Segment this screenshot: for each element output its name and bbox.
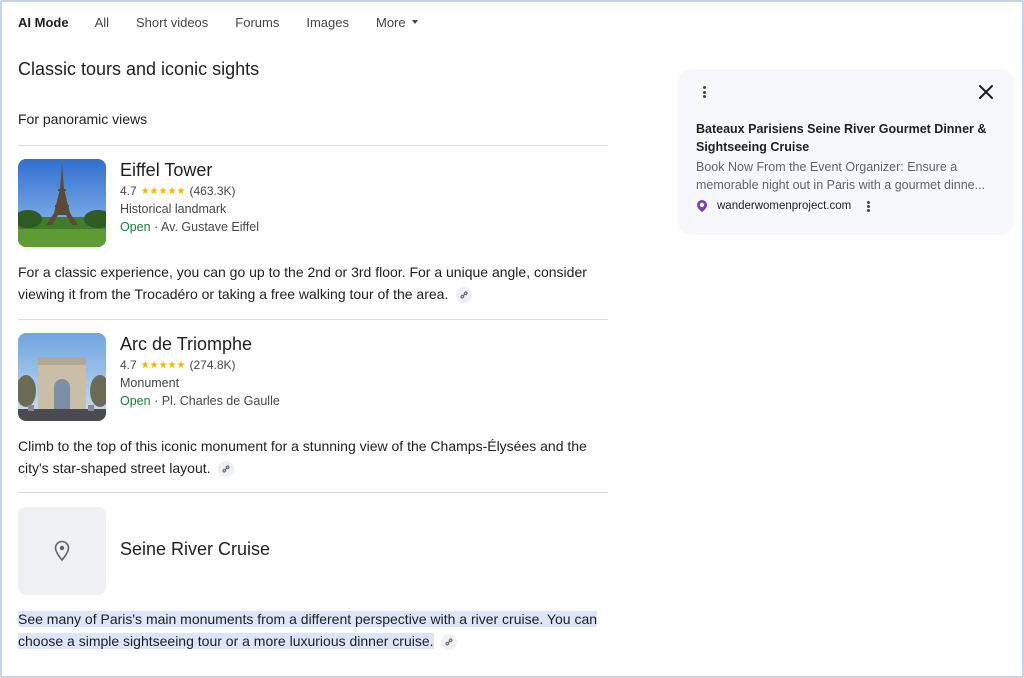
star-rating-icon: ★★★★★ <box>140 186 186 197</box>
place-card-eiffel-tower[interactable]: Eiffel Tower 4.7 ★★★★★ (463.3K) Historic… <box>18 159 608 247</box>
rating-value: 4.7 <box>120 358 137 372</box>
place-category: Historical landmark <box>120 202 227 216</box>
source-snippet: Book Now From the Event Organizer: Ensur… <box>696 160 986 192</box>
tab-forums[interactable]: Forums <box>235 15 279 30</box>
tab-all[interactable]: All <box>95 15 109 30</box>
status-line: Open · Av. Gustave Eiffel <box>120 220 259 235</box>
place-description: For a classic experience, you can go up … <box>18 261 608 305</box>
source-link-icon[interactable] <box>441 634 458 651</box>
tab-short-videos[interactable]: Short videos <box>136 15 208 30</box>
description-text: For a classic experience, you can go up … <box>18 264 587 302</box>
divider <box>18 319 608 320</box>
eiffel-tower-photo[interactable] <box>18 159 106 247</box>
source-site-row[interactable]: wanderwomenproject.com <box>696 199 873 213</box>
source-link-icon[interactable] <box>218 461 235 478</box>
caret-down-icon <box>411 20 418 24</box>
tab-more[interactable]: More <box>376 15 418 30</box>
place-description: See many of Paris's main monuments from … <box>18 608 608 652</box>
place-thumbnail-placeholder[interactable] <box>18 507 106 595</box>
review-count[interactable]: (274.8K) <box>190 358 236 373</box>
site-favicon-icon <box>697 200 707 212</box>
place-address: · Av. Gustave Eiffel <box>150 220 259 234</box>
close-icon[interactable] <box>976 82 996 102</box>
place-card-arc-de-triomphe[interactable]: Arc de Triomphe 4.7 ★★★★★ (274.8K) Monum… <box>18 333 608 421</box>
divider <box>18 145 608 146</box>
place-card-seine-river-cruise[interactable]: Seine River Cruise <box>18 507 608 595</box>
tab-ai-mode[interactable]: AI Mode <box>18 15 69 30</box>
open-status: Open <box>120 220 151 234</box>
place-name[interactable]: Eiffel Tower <box>120 159 259 181</box>
place-info: Seine River Cruise <box>120 538 270 560</box>
section-heading: Classic tours and iconic sights <box>18 59 260 79</box>
place-info: Arc de Triomphe 4.7 ★★★★★ (274.8K) Monum… <box>120 333 280 409</box>
more-options-icon[interactable] <box>699 86 709 98</box>
divider <box>18 492 608 493</box>
map-pin-icon <box>54 540 70 562</box>
place-info: Eiffel Tower 4.7 ★★★★★ (463.3K) Historic… <box>120 159 259 235</box>
source-link-icon[interactable] <box>456 287 473 304</box>
place-name[interactable]: Seine River Cruise <box>120 538 270 560</box>
star-rating-icon: ★★★★★ <box>140 360 186 371</box>
highlighted-description-text: See many of Paris's main monuments from … <box>18 611 598 649</box>
place-description: Climb to the top of this iconic monument… <box>18 435 608 479</box>
source-domain[interactable]: wanderwomenproject.com <box>717 200 851 212</box>
source-preview-card[interactable]: Bateaux Parisiens Seine River Gourmet Di… <box>678 69 1014 235</box>
rating-value: 4.7 <box>120 184 137 198</box>
open-status: Open <box>120 394 151 408</box>
arc-de-triomphe-photo[interactable] <box>18 333 106 421</box>
description-text: Climb to the top of this iconic monument… <box>18 438 587 476</box>
tab-images[interactable]: Images <box>306 15 349 30</box>
place-address: · Pl. Charles de Gaulle <box>150 394 280 408</box>
section-subheading: For panoramic views <box>18 111 148 127</box>
review-count[interactable]: (463.3K) <box>190 184 236 199</box>
tab-more-label: More <box>375 14 406 30</box>
place-category: Monument <box>120 376 180 390</box>
place-name[interactable]: Arc de Triomphe <box>120 333 280 355</box>
more-options-icon[interactable] <box>863 200 873 212</box>
source-title[interactable]: Bateaux Parisiens Seine River Gourmet Di… <box>696 120 996 156</box>
status-line: Open · Pl. Charles de Gaulle <box>120 394 280 409</box>
rating-line: 4.7 ★★★★★ (274.8K) <box>120 358 280 373</box>
search-mode-tabs: AI Mode All Short videos Forums Images M… <box>18 13 445 31</box>
rating-line: 4.7 ★★★★★ (463.3K) <box>120 184 259 199</box>
